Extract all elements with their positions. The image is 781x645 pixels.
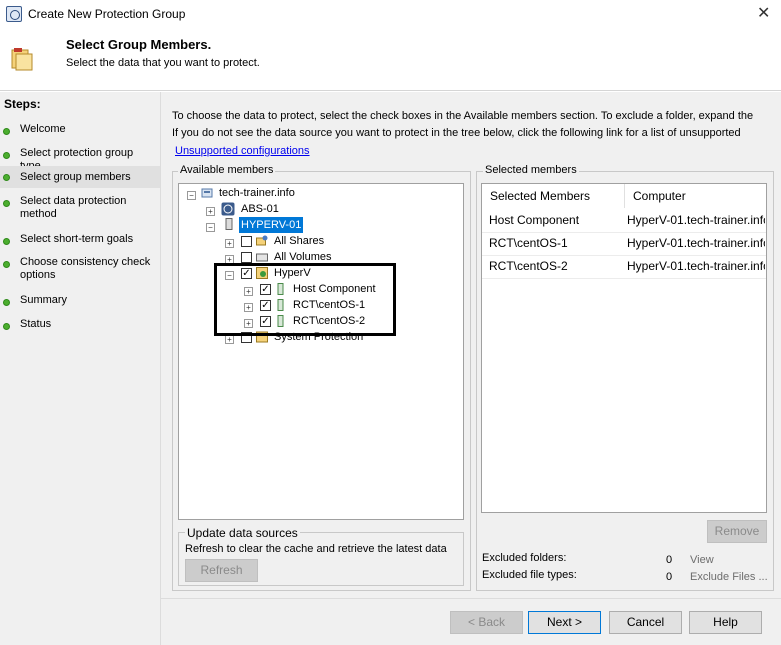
step-welcome[interactable]: Welcome xyxy=(0,123,160,139)
step-status[interactable]: Status xyxy=(0,318,160,334)
status-dot-icon xyxy=(3,238,10,245)
step-select-data-protection-method[interactable]: Select data protection method xyxy=(0,195,160,223)
step-select-protection-group-type[interactable]: Select protection group type xyxy=(0,147,160,172)
excluded-folders-label: Excluded folders: xyxy=(482,552,567,564)
step-label: Status xyxy=(20,318,52,330)
expand-icon[interactable]: + xyxy=(206,207,215,216)
member-cell: RCT\centOS-2 xyxy=(489,259,568,273)
status-dot-icon xyxy=(3,299,10,306)
table-row[interactable]: Host Component HyperV-01.tech-trainer.in… xyxy=(482,209,766,233)
step-label: Select group members xyxy=(20,171,131,183)
member-cell: RCT\centOS-1 xyxy=(489,236,568,250)
steps-title: Steps: xyxy=(4,97,41,111)
shares-icon xyxy=(256,235,268,246)
volume-icon xyxy=(256,253,268,262)
domain-icon xyxy=(201,188,213,198)
tree-node-all-shares[interactable]: All Shares xyxy=(274,233,324,249)
table-row[interactable]: RCT\centOS-1 HyperV-01.tech-trainer.info xyxy=(482,232,766,256)
expand-icon[interactable]: + xyxy=(225,239,234,248)
folder-icon xyxy=(11,48,33,71)
available-members-tree[interactable]: − tech-trainer.info + ABS-01 − HYPERV-01… xyxy=(178,183,464,520)
expand-icon[interactable]: + xyxy=(225,335,234,344)
unsupported-configurations-link[interactable]: Unsupported configurations xyxy=(175,145,310,157)
refresh-button[interactable]: Refresh xyxy=(185,559,258,582)
all-shares-checkbox[interactable] xyxy=(241,236,252,247)
table-row[interactable]: RCT\centOS-2 HyperV-01.tech-trainer.info xyxy=(482,255,766,279)
step-summary[interactable]: Summary xyxy=(0,294,160,310)
status-dot-icon xyxy=(3,152,10,159)
step-label: Summary xyxy=(20,294,68,306)
column-header-computer[interactable]: Computer xyxy=(625,184,766,208)
computer-cell: HyperV-01.tech-trainer.info xyxy=(627,236,765,250)
column-header-selected-members[interactable]: Selected Members xyxy=(482,184,625,208)
window-title: Create New Protection Group xyxy=(28,7,186,21)
selected-members-list[interactable]: Selected Members Computer Host Component… xyxy=(481,183,767,513)
step-choose-consistency-check-options[interactable]: Choose consistency check options xyxy=(0,256,160,284)
remove-button[interactable]: Remove xyxy=(707,520,767,543)
computer-cell: HyperV-01.tech-trainer.info xyxy=(627,213,765,227)
status-dot-icon xyxy=(3,174,10,181)
close-icon[interactable]: ✕ xyxy=(757,3,770,23)
step-select-short-term-goals[interactable]: Select short-term goals xyxy=(0,233,160,249)
dpm-clock-icon xyxy=(6,6,22,22)
step-label: Select short-term goals xyxy=(20,233,134,245)
step-label: Welcome xyxy=(20,123,66,135)
excluded-file-types-count: 0 xyxy=(666,571,673,583)
instruction-line-1: To choose the data to protect, select th… xyxy=(172,110,754,122)
member-cell: Host Component xyxy=(489,213,580,227)
status-dot-icon xyxy=(3,200,10,207)
help-button[interactable]: Help xyxy=(689,611,762,634)
excluded-file-types-label: Excluded file types: xyxy=(482,569,577,581)
status-dot-icon xyxy=(3,261,10,268)
back-button[interactable]: < Back xyxy=(450,611,523,634)
selected-members-title: Selected members xyxy=(483,164,579,176)
all-volumes-checkbox[interactable] xyxy=(241,252,252,263)
server-icon xyxy=(225,218,233,230)
cancel-button[interactable]: Cancel xyxy=(609,611,682,634)
collapse-icon[interactable]: − xyxy=(206,223,215,232)
page-title: Select Group Members. xyxy=(66,37,212,52)
view-link[interactable]: View xyxy=(690,554,714,566)
step-label: Select data protection method xyxy=(20,195,127,220)
tree-node-domain[interactable]: tech-trainer.info xyxy=(219,185,295,201)
computer-cell: HyperV-01.tech-trainer.info xyxy=(627,259,765,273)
page-subtitle: Select the data that you want to protect… xyxy=(66,57,260,69)
tree-node-hyperv-01[interactable]: HYPERV-01 xyxy=(239,217,304,233)
available-members-title: Available members xyxy=(178,164,276,176)
exclude-files-link[interactable]: Exclude Files ... xyxy=(690,571,768,583)
collapse-icon[interactable]: − xyxy=(187,191,196,200)
instruction-line-2: If you do not see the data source you wa… xyxy=(172,127,741,139)
next-button[interactable]: Next > xyxy=(528,611,601,634)
highlight-annotation-box xyxy=(214,263,396,336)
dpm-server-icon xyxy=(221,202,235,216)
status-dot-icon xyxy=(3,128,10,135)
step-label: Choose consistency check options xyxy=(20,256,151,281)
instructions: To choose the data to protect, select th… xyxy=(172,108,778,142)
footer-divider xyxy=(161,598,781,599)
update-data-sources-title: Update data sources xyxy=(185,526,300,540)
header-divider xyxy=(0,90,781,91)
update-data-sources-text: Refresh to clear the cache and retrieve … xyxy=(185,543,447,555)
step-select-group-members[interactable]: Select group members xyxy=(0,166,160,188)
status-dot-icon xyxy=(3,323,10,330)
tree-node-abs-01[interactable]: ABS-01 xyxy=(241,201,279,217)
excluded-folders-count: 0 xyxy=(666,554,673,566)
